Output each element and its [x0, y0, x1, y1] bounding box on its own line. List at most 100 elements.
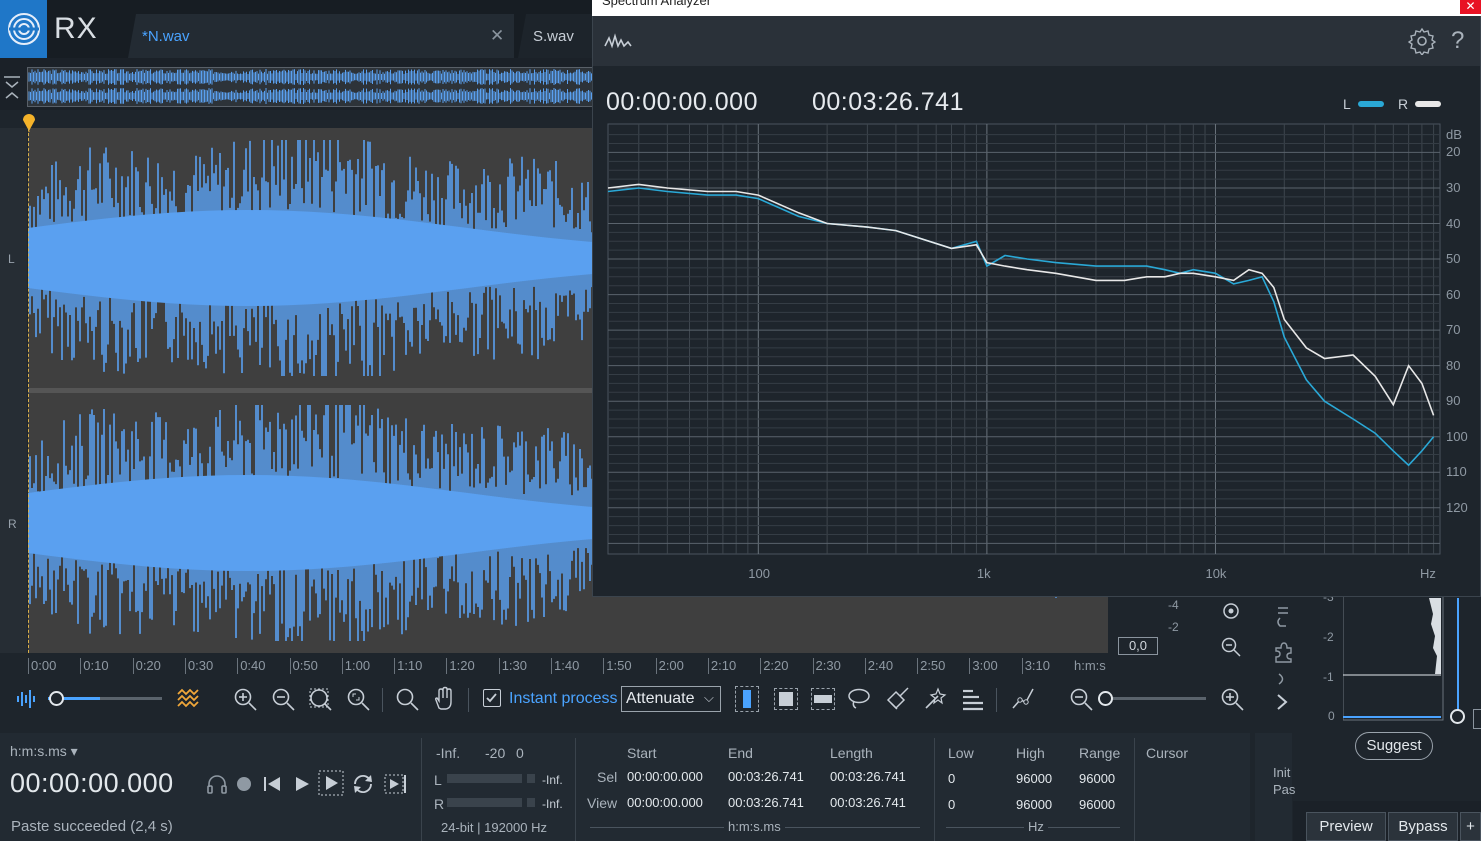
harmonic-selection-icon[interactable]: [960, 686, 986, 712]
instant-process-label[interactable]: Instant process: [509, 690, 618, 708]
time-ruler[interactable]: 0:00 0:10 0:20 0:30 0:40 0:50 1:00 1:10 1:20 1:30…: [28, 656, 1108, 678]
sel-end[interactable]: 00:03:26.741: [728, 769, 804, 784]
freq-range[interactable]: 96000: [1079, 771, 1115, 786]
frequency-tick-label: 100: [748, 566, 770, 581]
spectrum-plot[interactable]: [606, 122, 1446, 559]
overview-waveform[interactable]: [27, 67, 595, 107]
panel-divider: [575, 738, 576, 841]
close-window-button[interactable]: ✕: [1460, 0, 1481, 14]
vertical-zoom-slider-icon[interactable]: [1222, 600, 1240, 622]
legend-label-r: R: [1398, 96, 1409, 112]
brush-tool-icon[interactable]: [884, 686, 910, 712]
tab-close-icon[interactable]: ✕: [490, 26, 504, 46]
view-end[interactable]: 00:03:26.741: [728, 795, 804, 810]
sel-start[interactable]: 00:00:00.000: [627, 769, 703, 784]
db-tick-label: dB: [1446, 126, 1462, 142]
time-tick-label: 0:10: [80, 658, 109, 674]
time-tick-label: 1:40: [551, 658, 579, 674]
rx-logo-icon[interactable]: [0, 0, 47, 58]
window-titlebar[interactable]: [592, 0, 1481, 16]
lasso-tool-icon[interactable]: [846, 686, 872, 712]
add-button[interactable]: +: [1460, 812, 1481, 841]
time-tick-label: 3:10: [1021, 658, 1050, 674]
skip-to-start-icon[interactable]: [262, 774, 282, 794]
ear-icon[interactable]: [1272, 604, 1294, 632]
view-length[interactable]: 00:03:26.741: [830, 795, 906, 810]
bypass-button[interactable]: Bypass: [1388, 812, 1458, 841]
meter-value-l: -Inf.: [542, 773, 563, 787]
db-tick-label: 90: [1446, 393, 1461, 409]
spectrogram-toggle-icon[interactable]: [176, 686, 202, 712]
zoom-tool-icon[interactable]: [394, 686, 420, 712]
time-format-selector[interactable]: h:m:s.ms ▾: [10, 743, 78, 760]
horizontal-zoom-slider[interactable]: [48, 697, 162, 700]
hand-tool-icon[interactable]: [431, 686, 457, 712]
selection-header: Start: [627, 745, 657, 761]
amplitude-readout[interactable]: 0,0: [1118, 637, 1158, 655]
sel-length[interactable]: 00:03:26.741: [830, 769, 906, 784]
zoom-in-icon[interactable]: [232, 686, 258, 712]
zoom-slider-handle[interactable]: [49, 691, 64, 706]
frequency-selection-tool-icon[interactable]: [811, 688, 835, 710]
db-tick-label: 40: [1446, 215, 1461, 231]
loop-icon[interactable]: [351, 772, 375, 796]
frequency-zoom-handle[interactable]: [1098, 691, 1113, 706]
threshold-slider[interactable]: [1457, 598, 1459, 720]
time-tick-label: 0:40: [237, 658, 266, 674]
selection-header: Length: [830, 745, 873, 761]
db-tick-label: 100: [1446, 428, 1468, 444]
arc-icon[interactable]: [1276, 672, 1290, 686]
legend-label-l: L: [1343, 96, 1351, 112]
time-tick-label: 0:00: [28, 658, 56, 674]
frequency-zoom-slider[interactable]: [1102, 697, 1206, 700]
play-to-end-icon[interactable]: [384, 772, 408, 796]
instant-process-checkbox[interactable]: [483, 689, 501, 707]
db-tick-label: 50: [1446, 251, 1461, 267]
plugin-icon[interactable]: [1272, 640, 1294, 664]
zoom-in-freq-icon[interactable]: [1219, 686, 1245, 712]
threshold-graph[interactable]: [1343, 596, 1445, 722]
time-tick-label: 2:10: [707, 658, 736, 674]
help-icon[interactable]: ?: [1451, 27, 1464, 55]
tab-label[interactable]: S.wav: [533, 28, 574, 45]
zoom-out-icon[interactable]: [270, 686, 296, 712]
freq-low[interactable]: 0: [948, 771, 955, 786]
toolbar-divider: [468, 688, 469, 712]
zoom-fit-icon[interactable]: [345, 686, 371, 712]
threshold-handle[interactable]: [1450, 709, 1465, 724]
record-icon[interactable]: [235, 775, 253, 793]
process-mode-select[interactable]: Attenuate ⌵: [621, 686, 721, 712]
play-icon[interactable]: [292, 774, 312, 794]
view-start[interactable]: 00:00:00.000: [627, 795, 703, 810]
freq-high[interactable]: 96000: [1016, 797, 1052, 812]
tab-label[interactable]: *N.wav: [142, 28, 190, 45]
collapse-icon[interactable]: [3, 72, 21, 102]
gain-curve-icon[interactable]: [1010, 686, 1036, 712]
freq-high[interactable]: 96000: [1016, 771, 1052, 786]
db-tick-label: 20: [1446, 144, 1461, 160]
time-selection-tool-icon[interactable]: [735, 686, 759, 712]
headphones-icon[interactable]: [205, 772, 229, 796]
preview-button[interactable]: Preview: [1306, 812, 1386, 841]
playhead-marker-icon[interactable]: [22, 112, 36, 132]
time-tick-label: 1:50: [603, 658, 632, 674]
zoom-out-freq-icon[interactable]: [1068, 686, 1094, 712]
freq-range[interactable]: 96000: [1079, 797, 1115, 812]
gear-icon[interactable]: [1408, 27, 1436, 55]
magic-wand-icon[interactable]: [922, 686, 948, 712]
freq-low[interactable]: 0: [948, 797, 955, 812]
time-tick-label: 1:30: [498, 658, 527, 674]
time-frequency-selection-tool-icon[interactable]: [774, 688, 798, 710]
play-selection-icon[interactable]: [318, 770, 344, 796]
db-tick-label: 80: [1446, 357, 1461, 373]
zoom-to-selection-icon[interactable]: [307, 686, 333, 712]
selection-row-label: Sel: [597, 769, 618, 785]
toolbar-divider: [382, 688, 383, 712]
waveform-zoom-icon[interactable]: [14, 686, 40, 712]
sample-format: 24-bit | 192000 Hz: [441, 820, 547, 835]
caret-down-icon: ▾: [70, 743, 78, 759]
suggest-button[interactable]: Suggest: [1355, 732, 1433, 760]
chevron-right-icon[interactable]: [1274, 692, 1290, 712]
time-tick-label: 2:40: [864, 658, 893, 674]
zoom-out-vertical-icon[interactable]: [1220, 636, 1242, 658]
